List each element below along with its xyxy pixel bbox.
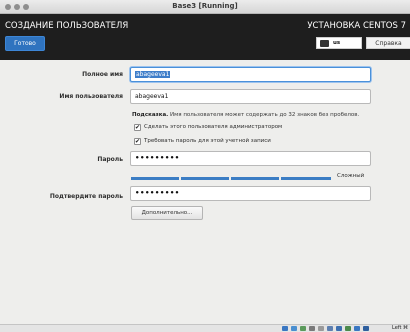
username-input[interactable]: abageeva1 xyxy=(130,89,371,104)
require-password-checkbox[interactable]: ✔ xyxy=(134,138,141,145)
keyboard-layout-indicator[interactable]: us xyxy=(316,37,362,49)
keyboard-layout-label: us xyxy=(333,40,341,46)
password-input[interactable]: ••••••••• xyxy=(130,151,371,166)
page-title: СОЗДАНИЕ ПОЛЬЗОВАТЕЛЯ xyxy=(5,21,129,31)
keyboard-icon xyxy=(320,40,329,47)
display-icon[interactable] xyxy=(327,326,333,331)
usb-icon[interactable] xyxy=(309,326,315,331)
keyboard-capture-icon[interactable] xyxy=(363,326,369,331)
full-name-input[interactable]: abageeva1 xyxy=(130,67,371,82)
network-icon[interactable] xyxy=(300,326,306,331)
full-name-value: abageeva1 xyxy=(135,71,171,78)
mouse-integration-icon[interactable] xyxy=(354,326,360,331)
hint-text: Имя пользователя может содержать до 32 з… xyxy=(168,112,360,118)
require-password-checkbox-row[interactable]: ✔ Требовать пароль для этой учетной запис… xyxy=(134,138,271,145)
username-value: abageeva1 xyxy=(135,93,169,100)
confirm-password-value: ••••••••• xyxy=(135,189,180,197)
product-title: УСТАНОВКА CENTOS 7 xyxy=(307,21,406,31)
vm-statusbar: Left ⌘ xyxy=(0,324,410,332)
done-button[interactable]: Готово xyxy=(5,36,45,51)
username-hint: Подсказка. Имя пользователя может содерж… xyxy=(132,112,359,118)
installer-header: СОЗДАНИЕ ПОЛЬЗОВАТЕЛЯ Готово УСТАНОВКА C… xyxy=(0,14,410,60)
make-admin-checkbox-row[interactable]: ✔ Сделать этого пользователя администрато… xyxy=(134,124,282,131)
make-admin-label: Сделать этого пользователя администратор… xyxy=(144,124,283,130)
advanced-button[interactable]: Дополнительно... xyxy=(131,206,203,220)
optical-drive-icon[interactable] xyxy=(291,326,297,331)
require-password-label: Требовать пароль для этой учетной записи xyxy=(144,138,271,144)
password-value: ••••••••• xyxy=(135,154,180,162)
shared-folder-icon[interactable] xyxy=(318,326,324,331)
confirm-password-label: Подтвердите пароль xyxy=(49,193,123,200)
user-creation-form: Полное имя abageeva1 Имя пользователя ab… xyxy=(0,60,410,324)
host-key-label: Left ⌘ xyxy=(392,325,408,331)
disk-icon[interactable] xyxy=(282,326,288,331)
username-label: Имя пользователя xyxy=(59,93,123,100)
password-strength-label: Сложный xyxy=(337,173,365,179)
make-admin-checkbox[interactable]: ✔ xyxy=(134,124,141,131)
strength-segment xyxy=(231,177,279,180)
password-label: Пароль xyxy=(97,156,123,163)
window-title: Base3 [Running] xyxy=(172,2,238,10)
hint-bold: Подсказка. xyxy=(132,112,169,118)
window-titlebar: Base3 [Running] xyxy=(0,0,410,14)
cpu-icon[interactable] xyxy=(345,326,351,331)
video-capture-icon[interactable] xyxy=(336,326,342,331)
strength-segment xyxy=(181,177,229,180)
help-button[interactable]: Справка xyxy=(366,37,410,49)
full-name-label: Полное имя xyxy=(82,71,123,78)
strength-segment xyxy=(131,177,179,180)
password-strength-bar xyxy=(131,177,331,180)
confirm-password-input[interactable]: ••••••••• xyxy=(130,186,371,201)
strength-segment xyxy=(281,177,331,180)
